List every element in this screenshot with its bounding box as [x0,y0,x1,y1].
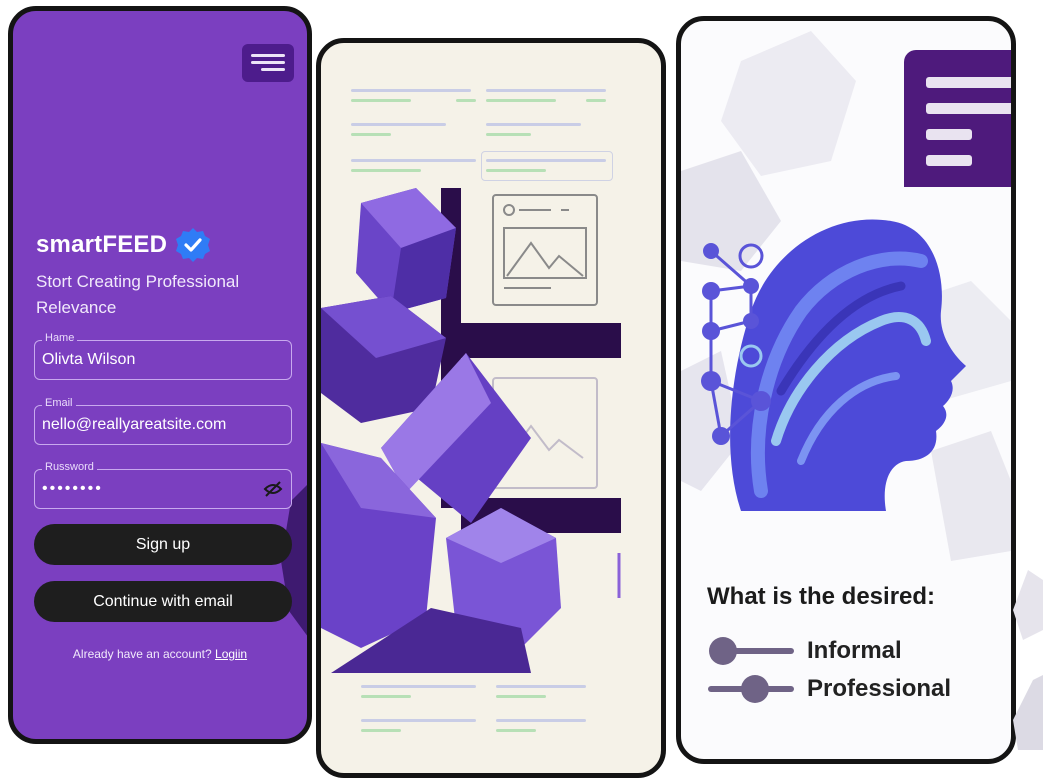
hamburger-menu-button[interactable] [242,44,294,82]
ai-head-illustration [701,219,966,511]
password-field[interactable]: Russword •••••••• [34,461,292,509]
login-link[interactable]: Logiin [215,647,247,661]
tone-option-professional[interactable]: Professional [707,673,951,705]
password-label: Russword [42,461,97,473]
eye-off-icon[interactable] [263,481,283,497]
tone-screen: What is the desired: Informal Profession… [676,16,1016,764]
already-text: Already have an account? [72,647,212,661]
placeholder-card [481,151,613,181]
password-value: •••••••• [42,480,103,497]
continue-email-button[interactable]: Continue with email [34,581,292,622]
email-label: Email [42,397,76,409]
option-label: Informal [807,637,902,664]
tagline: Stort Creating Professional Relevance [36,272,240,317]
tone-question: What is the desired: [707,583,936,610]
email-field[interactable]: Email nello@reallyareatsite.com [34,397,292,445]
name-value: Olivta Wilson [42,351,136,368]
tone-option-informal[interactable]: Informal [707,635,902,667]
edge-decoration [1013,570,1043,750]
hamburger-menu-button[interactable] [904,50,1011,187]
slider-toggle-icon [709,637,794,665]
name-label: Hame [42,332,78,344]
cubes-artwork [321,188,621,673]
verified-badge-icon [176,228,211,262]
feed-screen [316,38,666,778]
login-prompt: Already have an account? Logiin [13,647,307,661]
email-value: nello@reallyareatsite.com [42,416,227,433]
signup-screen: smartFEED Stort Creating Professional Re… [8,6,312,744]
brand-name: smartFEED [36,231,168,258]
name-field[interactable]: Hame Olivta Wilson [34,332,292,380]
slider-toggle-icon [708,675,794,703]
option-label: Professional [807,675,952,702]
brand: smartFEED [36,227,211,263]
signup-button[interactable]: Sign up [34,524,292,565]
